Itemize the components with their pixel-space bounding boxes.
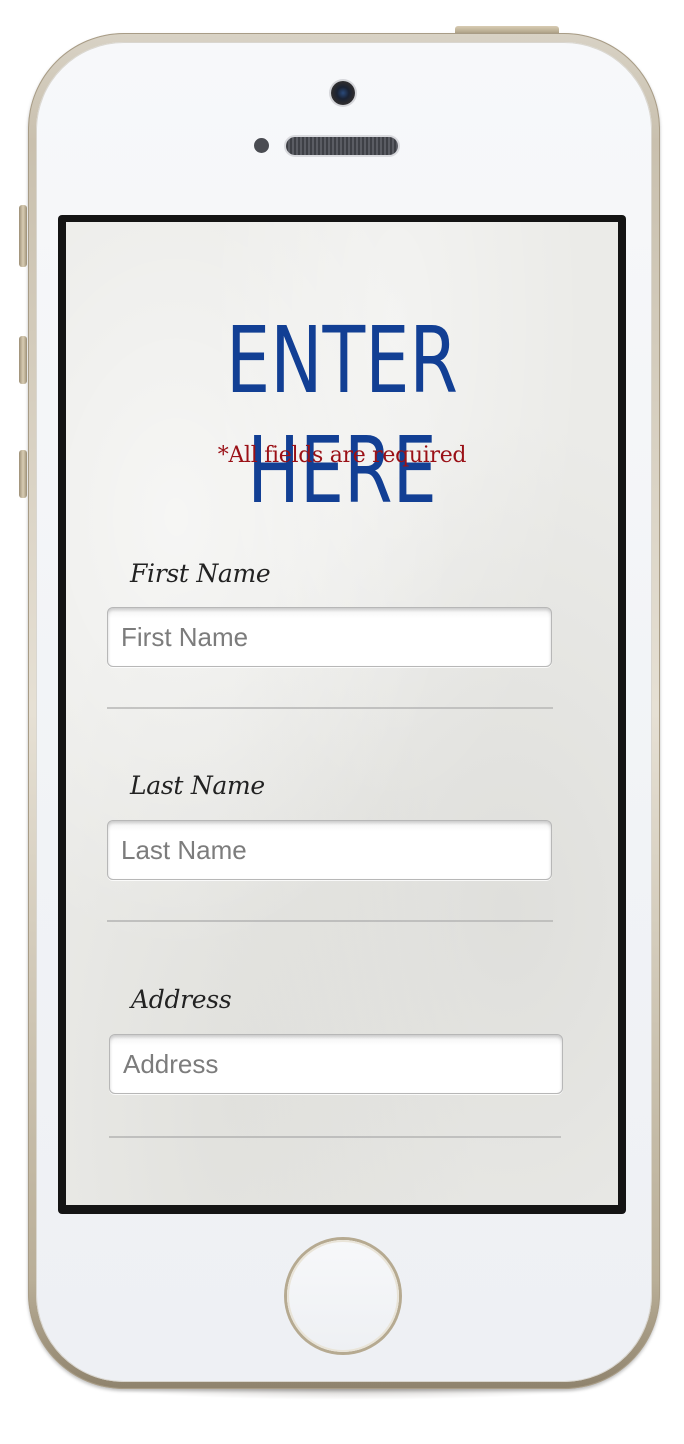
divider — [109, 1136, 561, 1138]
front-camera-icon — [331, 81, 355, 105]
divider — [107, 920, 553, 922]
screen: ENTER HERE *All fields are required Firs… — [66, 222, 618, 1205]
page: ENTER HERE *All fields are required Firs… — [0, 0, 684, 1444]
mute-switch — [19, 205, 27, 267]
volume-down-button — [19, 450, 27, 498]
earpiece-speaker-icon — [286, 137, 398, 155]
address-input[interactable] — [109, 1034, 563, 1094]
proximity-sensor-icon — [254, 138, 269, 153]
page-title: ENTER HERE — [226, 307, 458, 524]
volume-up-button — [19, 336, 27, 384]
required-fields-note: *All fields are required — [217, 443, 467, 468]
home-button[interactable] — [287, 1240, 399, 1352]
divider — [107, 707, 553, 709]
address-label: Address — [131, 985, 232, 1014]
first-name-input[interactable] — [107, 607, 552, 667]
first-name-label: First Name — [130, 559, 271, 588]
last-name-input[interactable] — [107, 820, 552, 880]
last-name-label: Last Name — [130, 771, 265, 800]
